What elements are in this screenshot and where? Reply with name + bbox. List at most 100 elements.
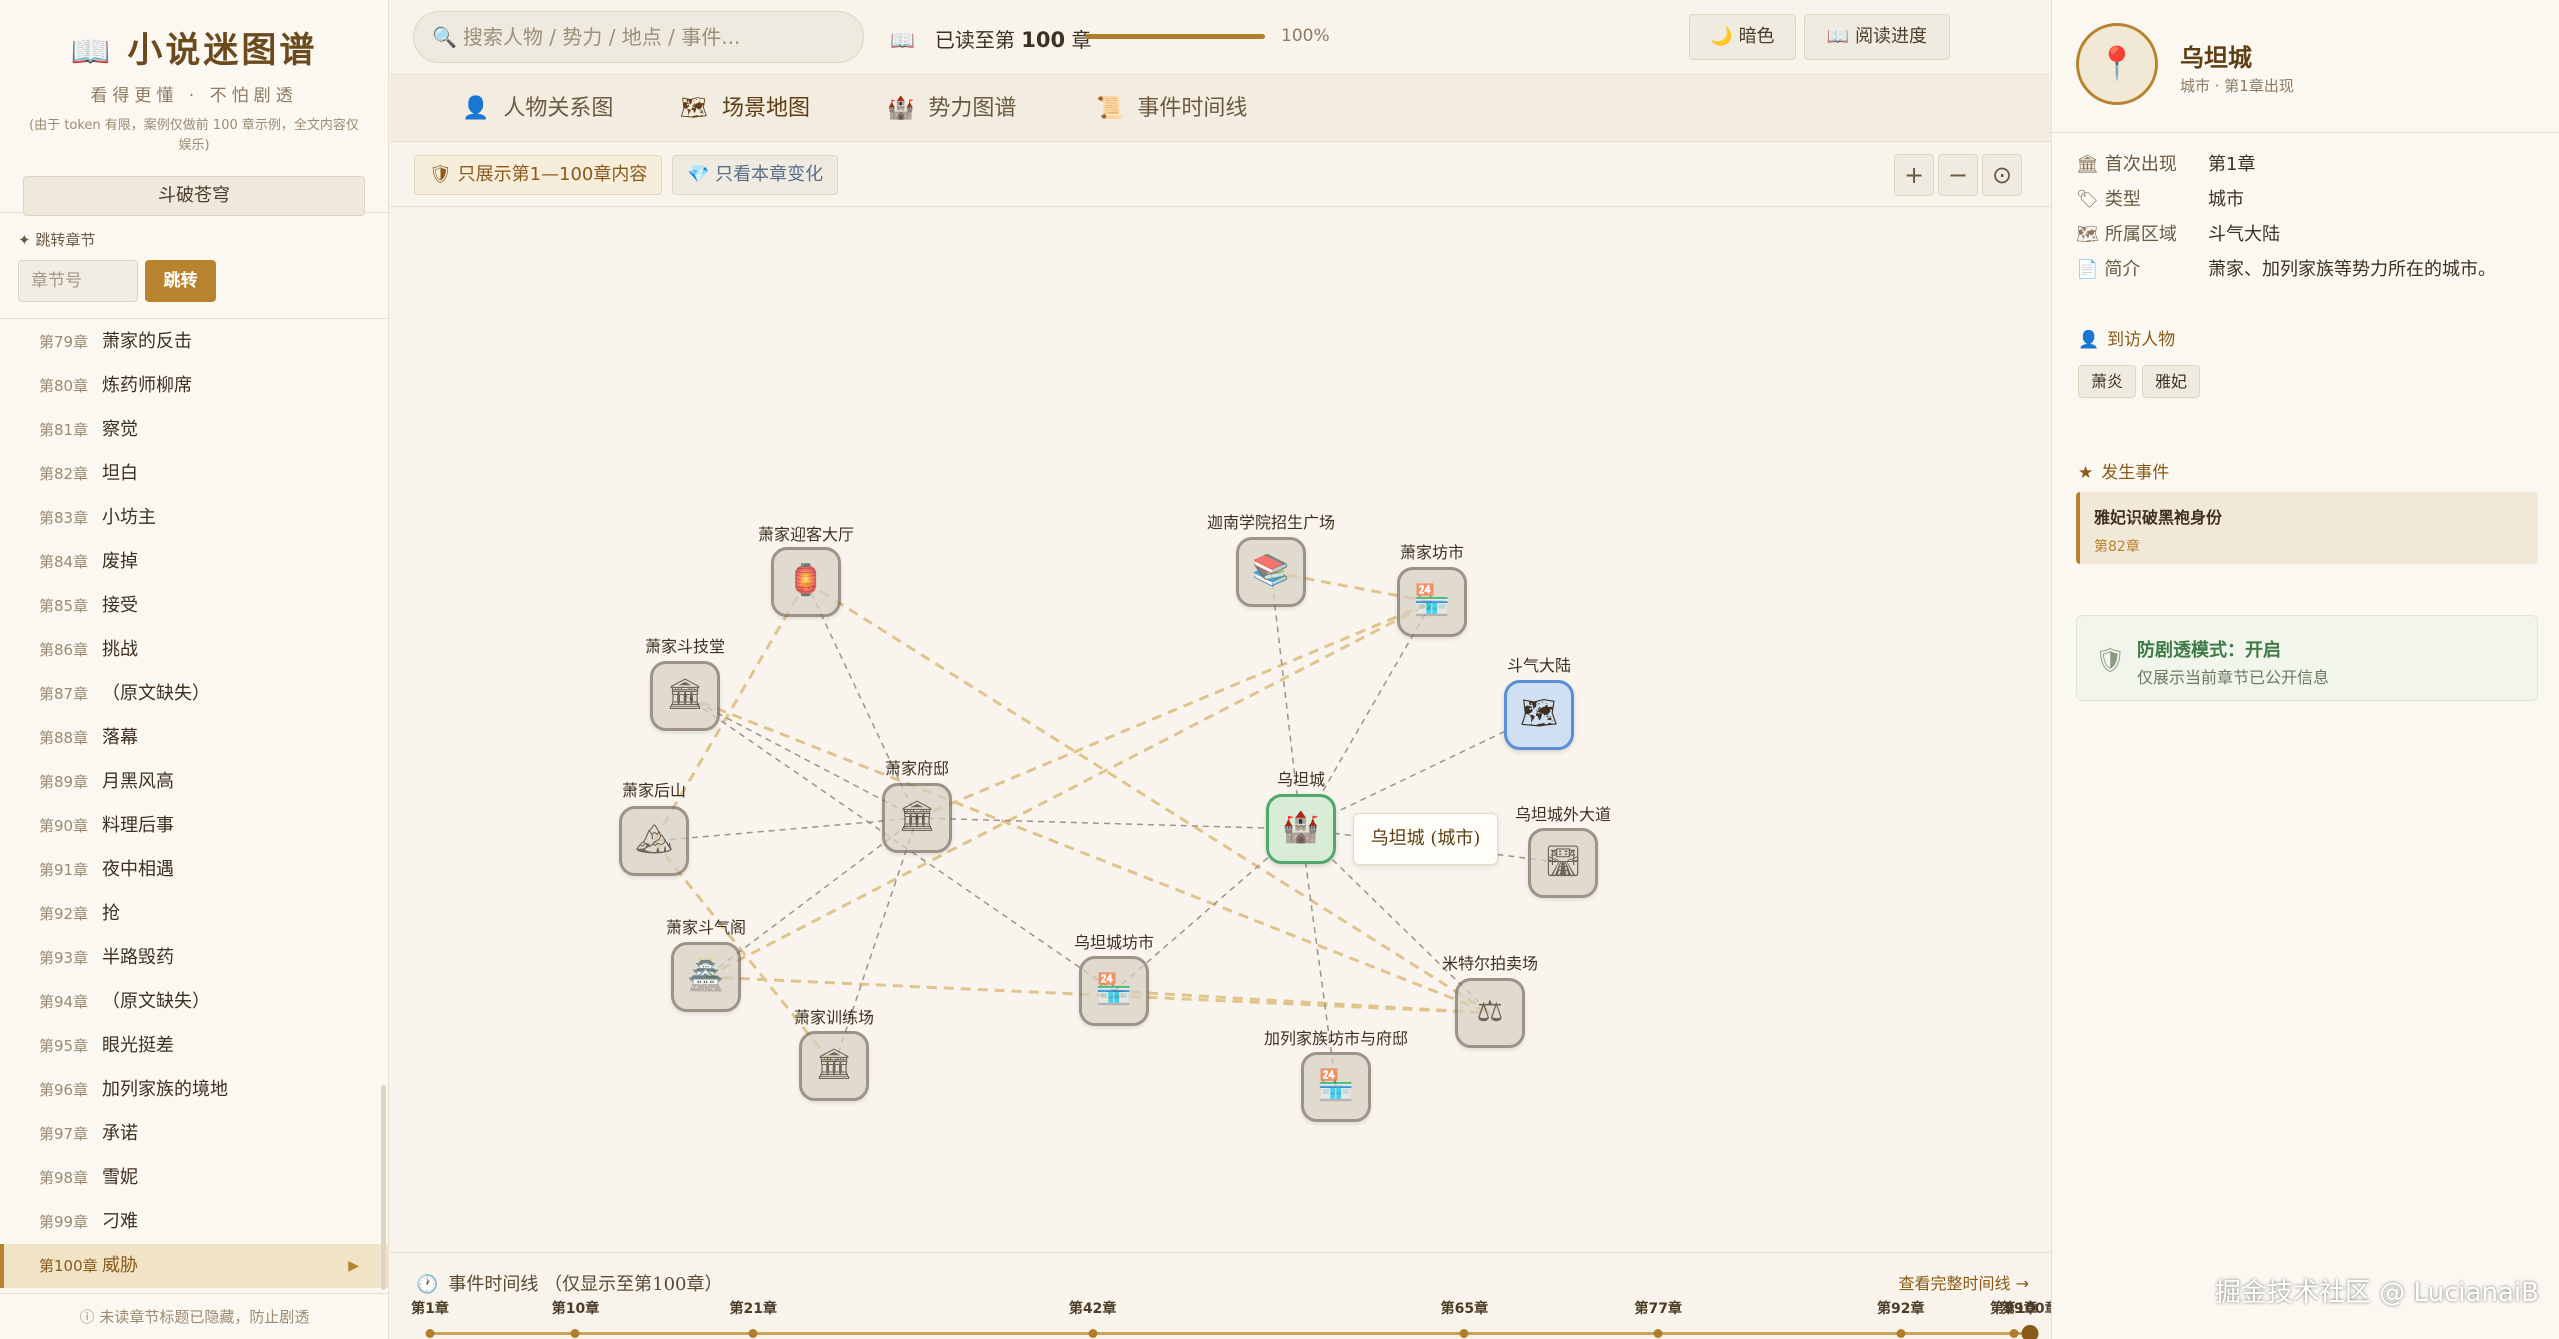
chapter-item[interactable]: 第96章 加列家族的境地 xyxy=(0,1068,389,1112)
tab-scene-map[interactable]: 🗺 场景地图 xyxy=(670,76,820,142)
chapter-item[interactable]: 第100章 威胁 ▶ xyxy=(0,1244,389,1288)
current-chapter-changes-button[interactable]: 💎 只看本章变化 xyxy=(672,155,839,195)
detail-attributes: 🏛 首次出现 第1章 🏷 类型 城市 🗺 所属区域 斗气大陆 📄 简介 萧家、加列家族等势力所在… xyxy=(2076,150,2496,290)
detail-meta: 城市 · 第1章出现 xyxy=(2180,77,2294,95)
chapter-item[interactable]: 第81章 察觉 xyxy=(0,408,389,452)
chapter-item[interactable]: 第94章 （原文缺失） xyxy=(0,980,389,1024)
pagoda-icon[interactable]: 🏯 xyxy=(671,942,741,1012)
search-input[interactable]: 🔍 搜索人物 / 势力 / 地点 / 事件... xyxy=(413,11,864,63)
chapter-number: 第89章 xyxy=(39,773,89,791)
first-appear-icon: 🏛 xyxy=(2076,154,2099,175)
chapter-number: 第97章 xyxy=(39,1125,89,1143)
chapter-title: 接受 xyxy=(102,595,138,616)
chapter-list-scrollbar[interactable] xyxy=(381,1085,386,1290)
store-icon[interactable]: 🏪 xyxy=(1301,1052,1371,1122)
chapter-title: 挑战 xyxy=(102,639,138,660)
chapter-title: 月黑风高 xyxy=(102,771,174,792)
store-icon[interactable]: 🏪 xyxy=(1079,956,1149,1026)
node-label: 萧家斗气阁 xyxy=(665,918,747,937)
chapter-item[interactable]: 第90章 料理后事 xyxy=(0,804,389,848)
chapter-title: 炼药师柳席 xyxy=(102,375,192,396)
timeline-event-dot[interactable] xyxy=(2009,1329,2019,1338)
jump-button[interactable]: 跳转 xyxy=(145,260,216,302)
reset-view-button[interactable]: ⊙ xyxy=(1982,154,2022,196)
chapter-item[interactable]: 第89章 月黑风高 xyxy=(0,760,389,804)
event-card[interactable]: 雅妃识破黑袍身份 第82章 xyxy=(2076,492,2538,564)
chapter-number: 第83章 xyxy=(39,509,89,527)
timeline-event-dot[interactable] xyxy=(1653,1329,1663,1338)
chapter-item[interactable]: 第87章 （原文缺失） xyxy=(0,672,389,716)
full-timeline-link[interactable]: 查看完整时间线 → xyxy=(1899,1270,2030,1294)
chapter-item[interactable]: 第92章抢 xyxy=(0,892,389,936)
timeline-tick-label: 第10章 xyxy=(551,1301,600,1317)
castle-icon[interactable]: 🏰 xyxy=(1266,794,1336,864)
store-icon[interactable]: 🏪 xyxy=(1397,567,1467,637)
road-icon[interactable]: 🛣 xyxy=(1528,828,1598,898)
tab-faction-graph[interactable]: 🏰 势力图谱 xyxy=(877,76,1026,142)
visitor-chip[interactable]: 萧炎 xyxy=(2078,365,2137,398)
relation-edge-gold xyxy=(1113,989,1491,1015)
chapter-item[interactable]: 第98章 雪妮 xyxy=(0,1156,389,1200)
person-icon: 👤 xyxy=(2078,330,2100,350)
timeline-tick-label: 第92章 xyxy=(1876,1301,1925,1317)
mountain-icon[interactable]: 🏔 xyxy=(619,806,689,876)
timeline-event-dot[interactable] xyxy=(748,1329,758,1338)
zoom-out-button[interactable]: − xyxy=(1938,154,1978,196)
visitor-chip[interactable]: 雅妃 xyxy=(2142,365,2201,398)
attr-first-appear: 🏛 首次出现 第1章 xyxy=(2076,154,2256,175)
chapter-title: 落幕 xyxy=(102,727,138,748)
node-label: 迦南学院招生广场 xyxy=(1206,513,1336,532)
dark-mode-button[interactable]: 🌙 暗色 xyxy=(1689,14,1796,60)
chapter-item[interactable]: 第86章 挑战 xyxy=(0,628,389,672)
event-title: 雅妃识破黑袍身份 xyxy=(2094,508,2223,527)
chapter-item[interactable]: 第91章 夜中相遇 xyxy=(0,848,389,892)
temple-icon[interactable]: 🏛 xyxy=(799,1031,869,1101)
chapter-title: 加列家族的境地 xyxy=(102,1079,228,1100)
chapter-item[interactable]: 第99章 刁难 xyxy=(0,1200,389,1244)
chapter-number: 第82章 xyxy=(39,465,89,483)
chapter-item[interactable]: 第85章 接受 xyxy=(0,584,389,628)
temple-icon[interactable]: 🏛 xyxy=(650,661,720,731)
temple-icon[interactable]: 🏛 xyxy=(882,783,952,853)
timeline-event-dot[interactable] xyxy=(1896,1329,1906,1338)
book-icon: 📖 xyxy=(1826,26,1856,47)
tab-character-graph[interactable]: 👤 人物关系图 xyxy=(452,76,623,142)
chapter-item[interactable]: 第83章 小坊主 xyxy=(0,496,389,540)
chapter-item[interactable]: 第95章 眼光挺差 xyxy=(0,1024,389,1068)
chapter-item[interactable]: 第80章 炼药师柳席 xyxy=(0,364,389,408)
chevron-right-icon: ▶ xyxy=(348,1258,359,1274)
chapter-item[interactable]: 第82章 坦白 xyxy=(0,452,389,496)
book-selector[interactable]: 斗破苍穹 xyxy=(23,176,365,216)
timeline-event-dot[interactable] xyxy=(425,1329,435,1338)
timeline-event-dot[interactable] xyxy=(1088,1329,1098,1338)
chapter-title: 半路毁药 xyxy=(102,947,174,968)
chapter-number: 第93章 xyxy=(39,949,89,967)
person-icon: 👤 xyxy=(462,96,490,121)
books-icon[interactable]: 📚 xyxy=(1236,537,1306,607)
lantern-icon[interactable]: 🏮 xyxy=(771,547,841,617)
chapter-number-input[interactable]: 章节号 xyxy=(18,260,138,302)
timeline-tick-label: 第21章 xyxy=(729,1301,777,1317)
chapter-item[interactable]: 第88章 落幕 xyxy=(0,716,389,760)
chapter-title: 小坊主 xyxy=(102,507,156,528)
chapter-item[interactable]: 第79章 萧家的反击 xyxy=(0,320,389,364)
chapter-range-filter-button[interactable]: 🛡 只展示第1—100章内容 xyxy=(414,155,663,195)
timeline-event-dot[interactable] xyxy=(570,1329,580,1338)
reading-progress-button[interactable]: 📖 阅读进度 xyxy=(1804,14,1950,60)
read-progress-bar xyxy=(1085,34,1265,39)
chapter-item[interactable]: 第93章 半路毁药 xyxy=(0,936,389,980)
events-heading: ★ 发生事件 xyxy=(2078,463,2170,483)
chapter-item[interactable]: 第97章 承诺 xyxy=(0,1112,389,1156)
chapter-title: 坦白 xyxy=(102,463,138,484)
timeline-event-dot[interactable] xyxy=(2021,1325,2039,1339)
tab-event-timeline[interactable]: 📜 事件时间线 xyxy=(1086,76,1257,142)
chapter-title: （原文缺失） xyxy=(102,991,210,1012)
app-subtitle: 看得更懂 · 不怕剧透 xyxy=(90,86,298,106)
scene-map-canvas[interactable]: 🏮 萧家迎客大厅 🏛 萧家斗技堂 🏔 萧家后山 🏛 萧家府邸 🏯 萧家斗气阁 🏛 萧家训练场 📚 迦南学院… xyxy=(390,207,2051,1252)
world-map-icon[interactable]: 🗺 xyxy=(1504,680,1574,750)
node-label: 乌坦城 xyxy=(1276,770,1326,789)
scales-icon[interactable]: ⚖ xyxy=(1455,978,1525,1048)
zoom-in-button[interactable]: + xyxy=(1894,154,1934,196)
chapter-item[interactable]: 第84章 废掉 xyxy=(0,540,389,584)
timeline-event-dot[interactable] xyxy=(1459,1329,1469,1338)
